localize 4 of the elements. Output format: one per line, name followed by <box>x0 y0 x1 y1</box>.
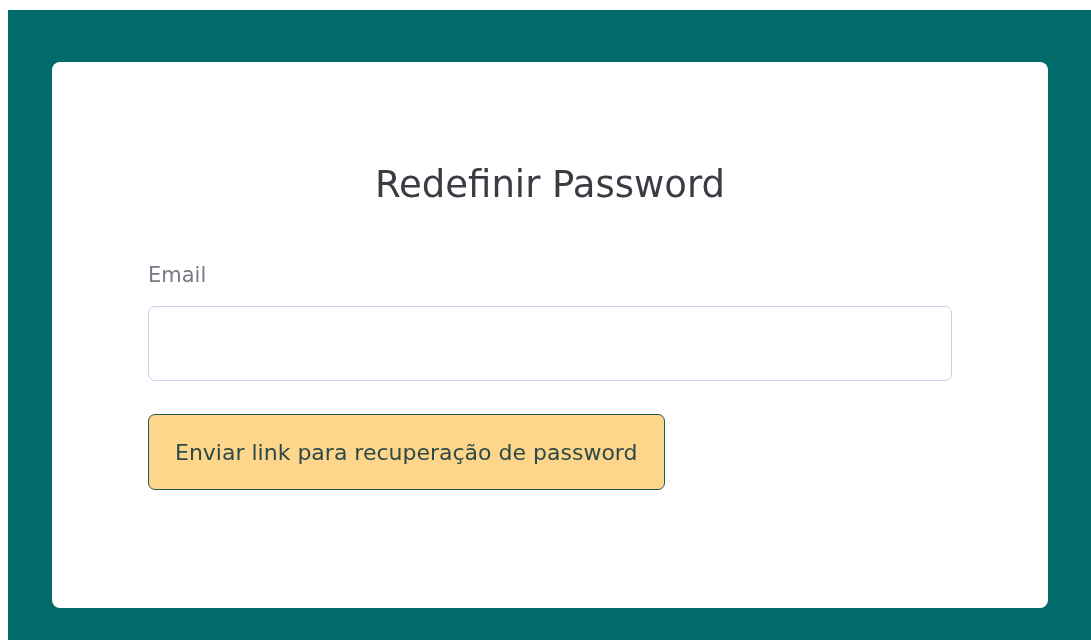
form-title: Redefinir Password <box>375 162 725 208</box>
email-field[interactable] <box>148 306 952 381</box>
email-label: Email <box>148 262 207 288</box>
send-link-button[interactable]: Enviar link para recuperação de password <box>148 414 665 490</box>
